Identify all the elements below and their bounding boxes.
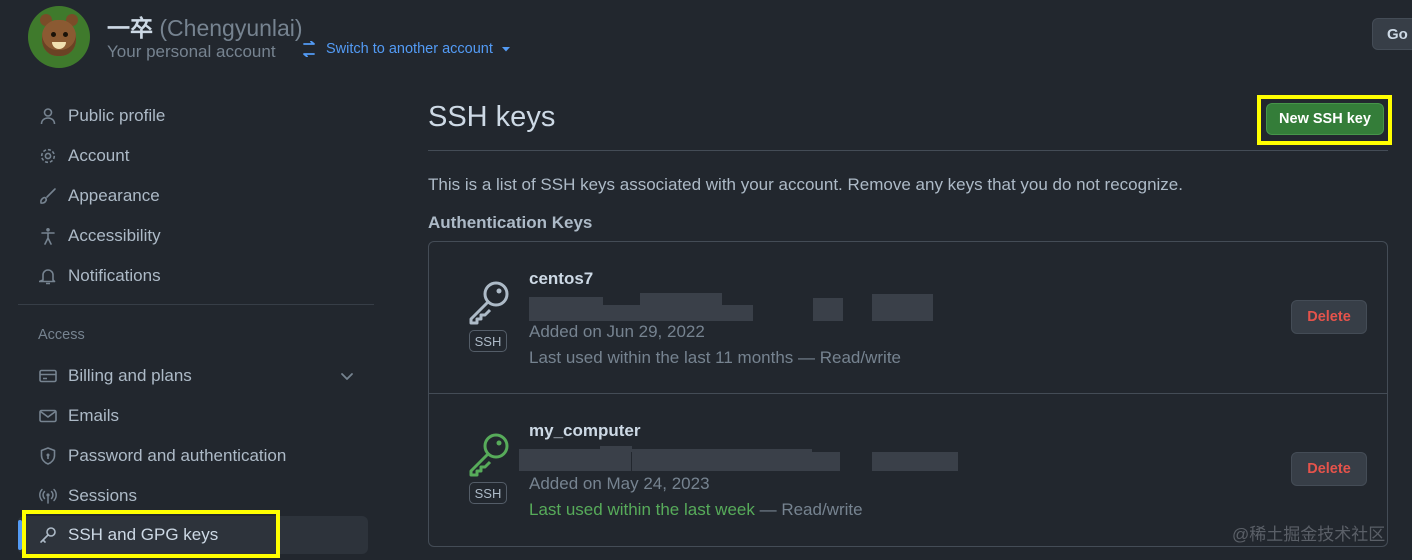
sidebar-item-label: Account — [68, 146, 130, 165]
paintbrush-icon — [38, 186, 58, 206]
key-added-date: Added on Jun 29, 2022 — [529, 322, 705, 341]
ssh-badge: SSH — [469, 482, 507, 504]
accessibility-icon — [38, 226, 58, 246]
gear-icon — [38, 146, 58, 166]
sidebar-item-password-auth[interactable]: Password and authentication — [18, 438, 368, 474]
sidebar-item-emails[interactable]: Emails — [18, 398, 368, 434]
display-name: 一卒 — [107, 15, 153, 41]
account-subtitle: Your personal account — [107, 42, 276, 61]
credit-card-icon — [38, 366, 58, 386]
sidebar-item-sessions[interactable]: Sessions — [18, 478, 368, 514]
shield-lock-icon — [38, 446, 58, 466]
person-icon — [38, 106, 58, 126]
delete-key-button[interactable]: Delete — [1291, 300, 1367, 334]
key-title: centos7 — [529, 269, 594, 288]
highlight-box-ssh-gpg — [22, 510, 280, 558]
sidebar-heading-access: Access — [38, 327, 85, 343]
chevron-down-icon[interactable] — [338, 367, 356, 385]
sidebar-item-label: Password and authentication — [68, 446, 287, 465]
last-used-text: Last used within the last week — [529, 500, 755, 519]
sidebar-item-account[interactable]: Account — [18, 138, 368, 174]
delete-key-button[interactable]: Delete — [1291, 452, 1367, 486]
sidebar-item-billing[interactable]: Billing and plans — [18, 358, 368, 394]
key-last-used: Last used within the last week — Read/wr… — [529, 500, 863, 520]
login-name: (Chengyunlai) — [159, 15, 303, 41]
sidebar-item-label: Accessibility — [68, 226, 161, 245]
broadcast-icon — [38, 486, 58, 506]
intro-text: This is a list of SSH keys associated wi… — [428, 175, 1183, 194]
section-heading: Authentication Keys — [428, 213, 593, 232]
key-icon — [469, 281, 509, 325]
key-last-used: Last used within the last 11 months — Re… — [529, 348, 901, 368]
sidebar-item-public-profile[interactable]: Public profile — [18, 98, 368, 134]
access-level: — Read/write — [798, 348, 901, 367]
key-title: my_computer — [529, 421, 641, 440]
sidebar-item-notifications[interactable]: Notifications — [18, 258, 368, 294]
caret-down-icon — [501, 47, 510, 52]
sidebar-item-label: Appearance — [68, 186, 160, 205]
key-added-date: Added on May 24, 2023 — [529, 474, 710, 493]
access-level: — Read/write — [759, 500, 863, 519]
keys-row-divider — [429, 393, 1387, 394]
bell-icon — [38, 266, 58, 286]
sidebar-item-accessibility[interactable]: Accessibility — [18, 218, 368, 254]
sidebar-item-label: Emails — [68, 406, 120, 425]
highlight-box-new-key — [1257, 95, 1392, 145]
key-icon — [469, 433, 509, 477]
sidebar-divider — [18, 304, 374, 305]
sidebar-item-label: Billing and plans — [68, 366, 192, 385]
title-divider — [428, 150, 1388, 151]
sidebar-item-label: Notifications — [68, 266, 161, 285]
ssh-badge: SSH — [469, 330, 507, 352]
switch-account-label: Switch to another account — [326, 41, 493, 57]
account-name: 一卒 (Chengyunlai) — [107, 9, 303, 43]
go-to-profile-button[interactable]: Go — [1372, 18, 1412, 50]
watermark: @稀土掘金技术社区 — [1232, 525, 1386, 544]
arrow-switch-icon — [303, 41, 315, 57]
page-title: SSH keys — [428, 101, 556, 133]
mail-icon — [38, 406, 58, 426]
last-used-text: Last used within the last 11 months — [529, 348, 794, 367]
sidebar-item-appearance[interactable]: Appearance — [18, 178, 368, 214]
sidebar-item-label: Sessions — [68, 486, 137, 505]
sidebar-item-label: Public profile — [68, 106, 166, 125]
switch-account-link[interactable]: Switch to another account — [300, 41, 511, 57]
avatar[interactable] — [28, 6, 90, 68]
